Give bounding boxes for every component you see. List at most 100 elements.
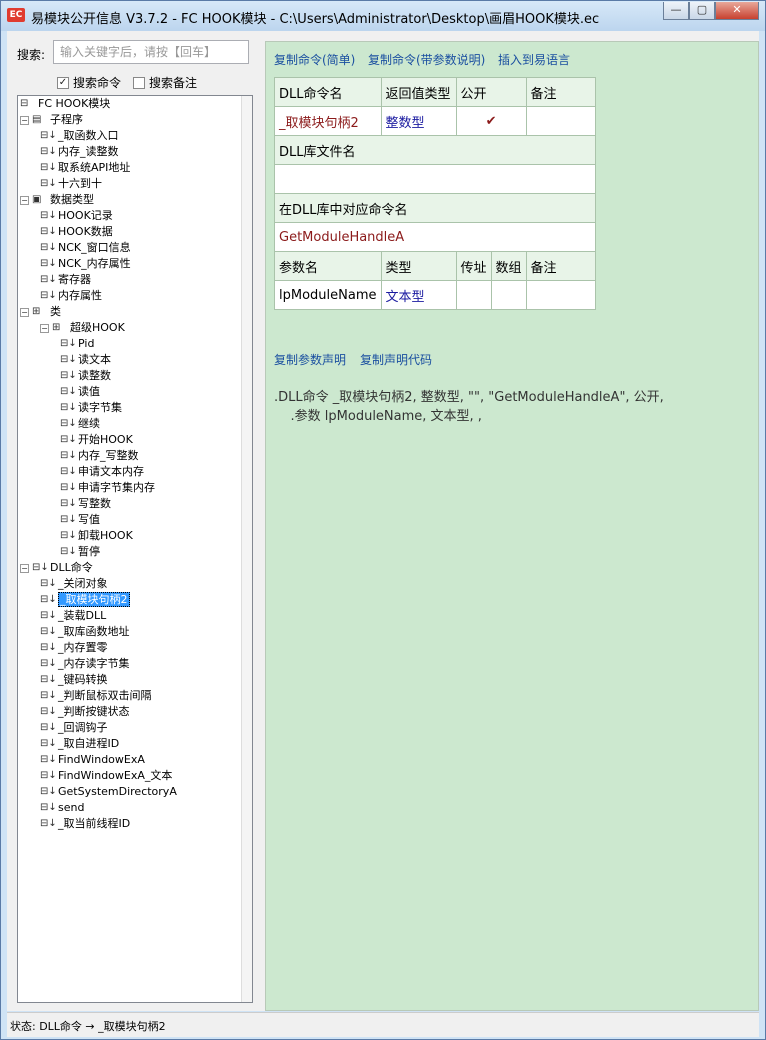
tree-item-subprogram[interactable]: ⊟↓_取函数入口: [40, 128, 119, 144]
tree-item-method[interactable]: ⊟↓申请字节集内存: [60, 480, 155, 496]
tree-item-method[interactable]: ⊟↓申请文本内存: [60, 464, 144, 480]
tree-item-dll-command[interactable]: ⊟↓FindWindowExA: [40, 752, 145, 768]
tree-item-method[interactable]: ⊟↓写整数: [60, 496, 111, 512]
search-notes-checkbox[interactable]: 搜索备注: [133, 74, 197, 91]
tree-collapse-icon[interactable]: −: [20, 307, 29, 317]
search-input[interactable]: [53, 40, 249, 64]
tree-node-label: 读文本: [78, 353, 111, 366]
tree-item-subprogram[interactable]: ⊟↓十六到十: [40, 176, 102, 192]
tree-item-dll-command[interactable]: ⊟↓_装载DLL: [40, 608, 106, 624]
tree-node-label: 类: [50, 305, 61, 318]
method-icon: ⊟↓: [60, 354, 77, 365]
search-commands-checkbox[interactable]: ✓ 搜索命令: [57, 74, 121, 91]
method-icon: ⊟↓: [60, 482, 77, 493]
module-tree[interactable]: ⊟ FC HOOK模块 − ▤ 子程序 ⊟↓_取函数入口 ⊟↓内存_读整数 ⊟↓取系统API地…: [17, 95, 253, 1003]
tree-item-dll-command[interactable]: ⊟↓send: [40, 800, 84, 816]
tree-item-subprogram[interactable]: ⊟↓内存_读整数: [40, 144, 119, 160]
tree-item-method[interactable]: ⊟↓写值: [60, 512, 100, 528]
tree-item-dll-command[interactable]: ⊟↓_判断鼠标双击间隔: [40, 688, 152, 704]
method-icon: ⊟↓: [60, 402, 77, 413]
tree-item-dll-command[interactable]: ⊟↓ _取模块句柄2: [40, 592, 130, 608]
tree-node-label: 子程序: [50, 113, 83, 126]
title-bar[interactable]: EC 易模块公开信息 V3.7.2 - FC HOOK模块 - C:\Users…: [1, 1, 765, 31]
tree-item-method[interactable]: ⊟↓内存_写整数: [60, 448, 139, 464]
method-icon: ⊟↓: [60, 466, 77, 477]
tree-item-method[interactable]: ⊟↓Pid: [60, 336, 94, 352]
copy-simple-link[interactable]: 复制命令(简单): [274, 51, 355, 68]
minimize-button[interactable]: —: [663, 2, 689, 20]
tree-node-label: 读值: [78, 385, 100, 398]
tree-group-dll[interactable]: − ⊟↓DLL命令: [20, 560, 93, 576]
tree-group-subprograms[interactable]: − ▤ 子程序: [20, 112, 83, 128]
tree-item-dll-command[interactable]: ⊟↓_键码转换: [40, 672, 108, 688]
method-icon: ⊟↓: [60, 386, 77, 397]
dll-group-icon: ⊟↓: [32, 562, 49, 573]
dll-command-icon: ⊟↓: [40, 706, 57, 717]
tree-node-label: 读整数: [78, 369, 111, 382]
tree-item-method[interactable]: ⊟↓继续: [60, 416, 100, 432]
maximize-button[interactable]: ▢: [689, 2, 715, 20]
tree-node-label: 卸载HOOK: [78, 529, 133, 542]
tree-item-dll-command[interactable]: ⊟↓_取当前线程ID: [40, 816, 130, 832]
tree-item-datatype[interactable]: ⊟↓HOOK记录: [40, 208, 113, 224]
tree-item-dll-command[interactable]: ⊟↓_内存置零: [40, 640, 108, 656]
tree-item-dll-command[interactable]: ⊟↓GetSystemDirectoryA: [40, 784, 177, 800]
code-line-2: .参数 lpModuleName, 文本型, ,: [274, 409, 482, 424]
method-icon: ⊟↓: [60, 514, 77, 525]
tree-root[interactable]: ⊟ FC HOOK模块: [20, 96, 110, 112]
note-header: 备注: [525, 77, 596, 107]
tree-node-label: 十六到十: [58, 177, 102, 190]
tree-item-subprogram[interactable]: ⊟↓取系统API地址: [40, 160, 130, 176]
dll-command-icon: ⊟↓: [40, 642, 57, 653]
tree-item-method[interactable]: ⊟↓卸载HOOK: [60, 528, 133, 544]
tree-item-class[interactable]: − ⊞ 超级HOOK: [40, 320, 125, 336]
tree-item-dll-command[interactable]: ⊟↓_取自进程ID: [40, 736, 119, 752]
status-text: 状态: DLL命令 → _取模块句柄2: [10, 1020, 166, 1033]
tree-item-method[interactable]: ⊟↓暂停: [60, 544, 100, 560]
copy-param-decl-link[interactable]: 复制参数声明: [274, 351, 346, 368]
dll-command-icon: ⊟↓: [40, 754, 57, 765]
tree-collapse-icon[interactable]: −: [40, 323, 49, 333]
tree-item-method[interactable]: ⊟↓读值: [60, 384, 100, 400]
tree-item-dll-command[interactable]: ⊟↓_内存读字节集: [40, 656, 130, 672]
insert-to-e-link[interactable]: 插入到易语言: [498, 51, 570, 68]
lib-file-value: [274, 164, 596, 194]
tree-collapse-icon[interactable]: −: [20, 563, 29, 573]
tree-node-label: _内存读字节集: [58, 657, 130, 670]
dll-command-icon: ⊟↓: [40, 578, 57, 589]
tree-node-label: FindWindowExA: [58, 753, 145, 766]
tree-group-classes[interactable]: − ⊞ 类: [20, 304, 61, 320]
copy-decl-code-link[interactable]: 复制声明代码: [360, 351, 432, 368]
tree-item-dll-command[interactable]: ⊟↓_回调钩子: [40, 720, 108, 736]
tree-item-datatype[interactable]: ⊟↓NCK_内存属性: [40, 256, 131, 272]
copy-with-params-link[interactable]: 复制命令(带参数说明): [368, 51, 485, 68]
tree-item-method[interactable]: ⊟↓读整数: [60, 368, 111, 384]
tree-item-datatype[interactable]: ⊟↓寄存器: [40, 272, 91, 288]
class-icon: ⊞: [52, 322, 61, 333]
tree-item-dll-command[interactable]: ⊟↓FindWindowExA_文本: [40, 768, 172, 784]
tree-node-label: send: [58, 801, 85, 814]
function-icon: ⊟↓: [40, 162, 57, 173]
tree-item-method[interactable]: ⊟↓读文本: [60, 352, 111, 368]
tree-collapse-icon[interactable]: −: [20, 195, 29, 205]
close-button[interactable]: ✕: [715, 2, 759, 20]
datatype-group-icon: ▣: [32, 194, 42, 205]
status-bar: 状态: DLL命令 → _取模块句柄2: [7, 1012, 759, 1037]
tree-node-label: _取当前线程ID: [58, 817, 131, 830]
tree-item-dll-command[interactable]: ⊟↓_取库函数地址: [40, 624, 130, 640]
tree-item-datatype[interactable]: ⊟↓HOOK数据: [40, 224, 113, 240]
tree-item-method[interactable]: ⊟↓开始HOOK: [60, 432, 133, 448]
tree-group-datatypes[interactable]: − ▣ 数据类型: [20, 192, 94, 208]
tree-item-dll-command[interactable]: ⊟↓_关闭对象: [40, 576, 108, 592]
method-icon: ⊟↓: [60, 434, 77, 445]
tree-item-datatype[interactable]: ⊟↓内存属性: [40, 288, 102, 304]
method-icon: ⊟↓: [60, 498, 77, 509]
tree-item-datatype[interactable]: ⊟↓NCK_窗口信息: [40, 240, 131, 256]
tree-item-dll-command[interactable]: ⊟↓_判断按键状态: [40, 704, 130, 720]
tree-item-method[interactable]: ⊟↓读字节集: [60, 400, 122, 416]
tree-node-label: _关闭对象: [58, 577, 108, 590]
tree-scrollbar[interactable]: [241, 96, 252, 1002]
note-value: [525, 106, 596, 136]
tree-collapse-icon[interactable]: −: [20, 115, 29, 125]
array-value: [490, 280, 527, 310]
